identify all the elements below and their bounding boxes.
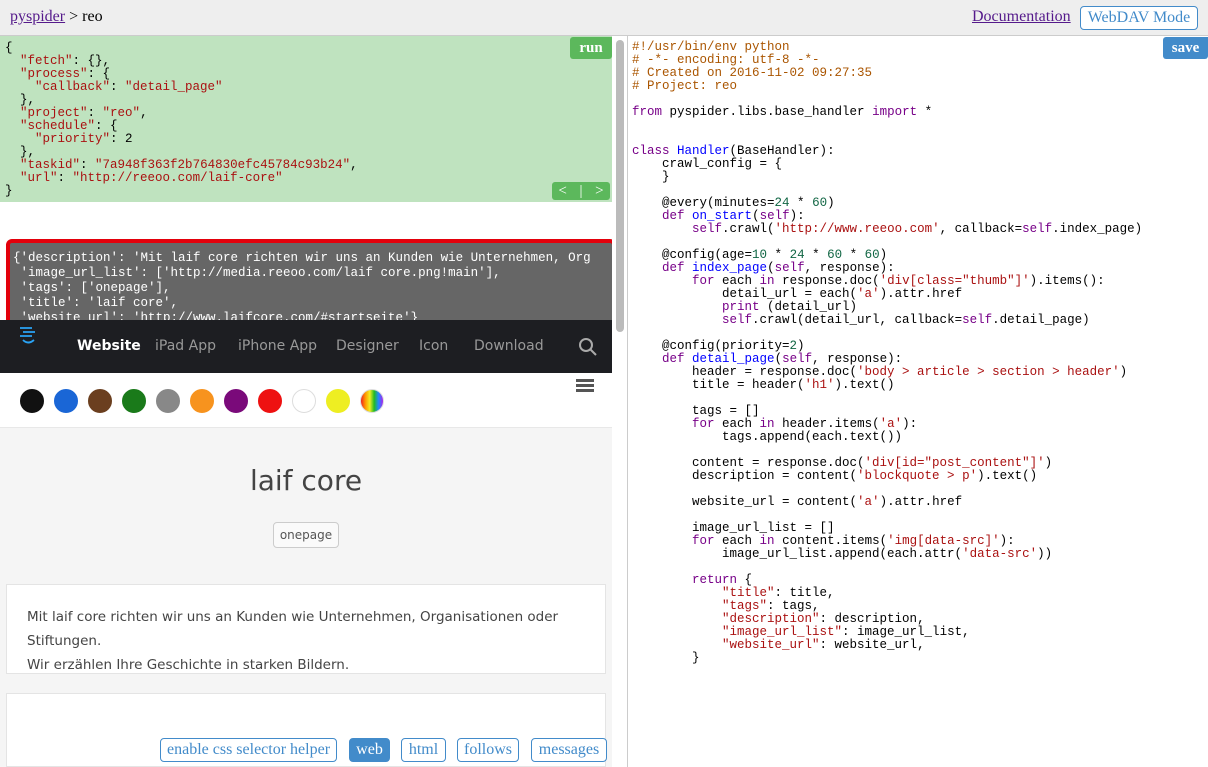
color-swatch[interactable] xyxy=(54,389,78,413)
color-swatch[interactable] xyxy=(190,389,214,413)
webdav-mode-button[interactable]: WebDAV Mode xyxy=(1080,6,1198,30)
project-name: reo xyxy=(82,8,103,25)
color-swatch[interactable] xyxy=(122,389,146,413)
tab-web[interactable]: web xyxy=(349,738,390,762)
code-comment: # Created on 2016-11-02 09:27:35 xyxy=(632,66,873,80)
color-swatch[interactable] xyxy=(292,389,316,413)
documentation-link[interactable]: Documentation xyxy=(972,8,1071,26)
task-json-line: } xyxy=(5,184,13,198)
color-filter-bar xyxy=(0,373,612,428)
nav-item-website[interactable]: Website xyxy=(77,338,141,354)
description-line-1: Mit laif core richten wir uns an Kunden … xyxy=(27,609,559,649)
nav-item-icon[interactable]: Icon xyxy=(419,338,448,354)
code-comment: # Project: reo xyxy=(632,79,738,93)
css-selector-helper-button[interactable]: enable css selector helper xyxy=(160,738,337,762)
vertical-scrollbar[interactable] xyxy=(616,40,624,332)
task-pager: < | > xyxy=(552,182,610,200)
breadcrumb: pyspider > reo xyxy=(10,8,103,26)
task-json-line: "priority": 2 xyxy=(35,132,133,146)
site-title: laif core xyxy=(249,464,363,497)
color-swatch[interactable] xyxy=(258,389,282,413)
site-description: Mit laif core richten wir uns an Kunden … xyxy=(6,584,606,674)
code-comment: #!/usr/bin/env python xyxy=(632,40,790,54)
nav-item-ipad-app[interactable]: iPad App xyxy=(155,338,216,354)
color-swatch[interactable] xyxy=(88,389,112,413)
color-swatch[interactable] xyxy=(156,389,180,413)
code-comment: # -*- encoding: utf-8 -*- xyxy=(632,53,820,67)
preview-navbar: Website iPad App iPhone App Designer Ico… xyxy=(0,320,612,373)
result-line: 'tags': ['onepage'], xyxy=(13,281,171,295)
nav-item-designer[interactable]: Designer xyxy=(336,338,399,354)
task-json-line: "url": "http://reeoo.com/laif-core" xyxy=(20,171,283,185)
result-line: {'description': 'Mit laif core richten w… xyxy=(13,251,591,265)
color-swatch[interactable] xyxy=(20,389,44,413)
nav-item-iphone-app[interactable]: iPhone App xyxy=(238,338,317,354)
color-swatch[interactable] xyxy=(326,389,350,413)
save-button[interactable]: save xyxy=(1163,37,1208,59)
task-json-editor[interactable]: { "fetch": {}, "process": { "callback": … xyxy=(0,36,612,202)
tab-messages[interactable]: messages xyxy=(531,738,607,762)
top-bar: pyspider > reo Documentation WebDAV Mode xyxy=(0,0,1208,36)
prev-task-button[interactable]: < xyxy=(558,183,566,200)
task-json-line: "callback": "detail_page" xyxy=(35,80,223,94)
tag-badge[interactable]: onepage xyxy=(273,522,339,548)
search-icon[interactable] xyxy=(578,337,598,357)
nav-item-download[interactable]: Download xyxy=(474,338,544,354)
breadcrumb-separator: > xyxy=(69,8,79,25)
result-line: 'title': 'laif core', xyxy=(13,296,179,310)
tab-html[interactable]: html xyxy=(401,738,446,762)
color-swatch[interactable] xyxy=(224,389,248,413)
color-swatch[interactable] xyxy=(360,389,384,413)
pyspider-home-link[interactable]: pyspider xyxy=(10,8,65,25)
tab-follows[interactable]: follows xyxy=(457,738,519,762)
pager-separator: | xyxy=(579,182,583,199)
description-line-2: Wir erzählen Ihre Geschichte in starken … xyxy=(27,657,350,673)
script-code[interactable]: #!/usr/bin/env python # -*- encoding: ut… xyxy=(632,41,1142,665)
site-logo-icon[interactable] xyxy=(16,323,40,347)
run-button[interactable]: run xyxy=(570,37,612,59)
result-line: 'image_url_list': ['http://media.reeoo.c… xyxy=(13,266,501,280)
next-task-button[interactable]: > xyxy=(595,183,603,200)
menu-icon[interactable] xyxy=(576,379,594,393)
